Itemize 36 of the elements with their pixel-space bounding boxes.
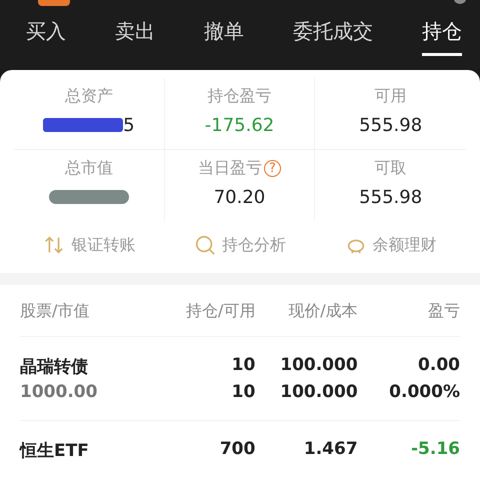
tab[interactable]: 撤单 xyxy=(204,14,244,56)
transfer-arrows-icon xyxy=(43,234,66,256)
summary-label: 总资产 xyxy=(64,86,113,107)
price-cell-text: 100.000 xyxy=(279,355,358,377)
holding-cell-text: 10 xyxy=(230,355,256,377)
tab[interactable]: 买入 xyxy=(26,14,66,56)
summary-label: 当日盈亏 xyxy=(198,158,262,179)
tab[interactable]: 持仓 xyxy=(422,14,462,56)
tab[interactable]: 卖出 xyxy=(115,14,155,56)
pnl-cell-text: -5.16 xyxy=(410,439,460,461)
tab[interactable]: 委托成交 xyxy=(293,14,373,56)
holding-row[interactable]: 恒生ETF 700 1.467 -5.16 xyxy=(20,421,460,480)
summary-label: 总市值 xyxy=(64,158,113,179)
stock-name: 恒生ETF xyxy=(20,440,90,462)
column-header: 现价/成本 xyxy=(287,301,358,322)
cost-cell-text: 100.000 xyxy=(279,382,358,402)
holding-cell-text: 700 xyxy=(218,439,256,461)
column-header: 盈亏 xyxy=(426,301,460,322)
magnifier-icon xyxy=(194,234,216,256)
summary-value: 555.98 xyxy=(359,114,422,136)
pnl-percent-cell-text: 0.000% xyxy=(388,382,460,402)
market-value-cell-text: 1000.00 xyxy=(20,382,98,402)
pnl-cell-text: 0.00 xyxy=(417,355,460,377)
summary-value: 555.98 xyxy=(359,186,422,208)
summary-label: 可取 xyxy=(374,158,407,179)
column-header: 持仓/可用 xyxy=(184,301,256,322)
summary-value: 5 xyxy=(123,114,135,136)
column-header: 股票/市值 xyxy=(20,301,90,322)
summary-value: 70.20 xyxy=(214,186,266,208)
available-cell-text: 10 xyxy=(230,382,256,402)
summary-label: 持仓盈亏 xyxy=(207,86,272,107)
summary-value: -175.62 xyxy=(204,114,274,136)
price-cell-text: 1.467 xyxy=(302,439,358,461)
holding-row[interactable]: 晶瑞转债 10 100.000 0.00 1000.00 10 100.000 0.000% xyxy=(20,337,460,421)
stock-name: 晶瑞转债 xyxy=(20,356,89,378)
summary-label: 可用 xyxy=(374,86,407,107)
